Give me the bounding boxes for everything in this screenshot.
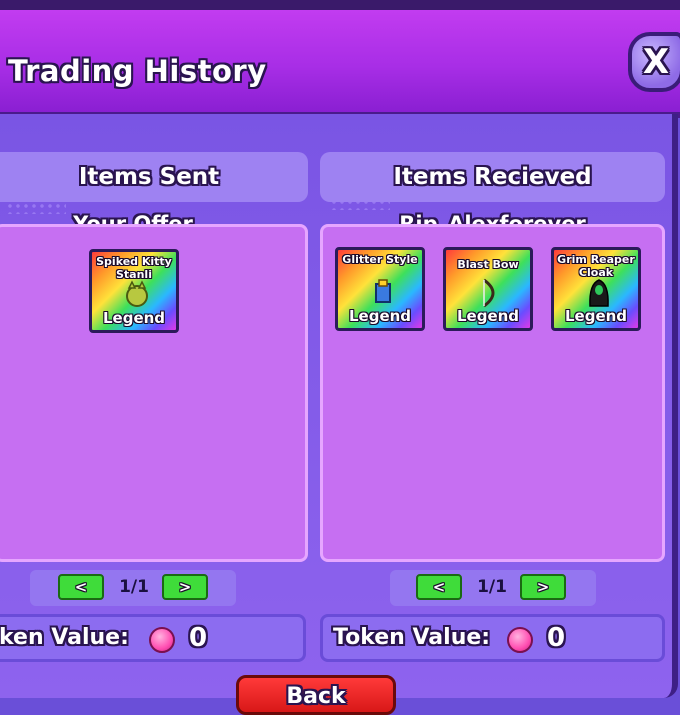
received-page-indicator: 1/1: [477, 577, 507, 597]
item-name: Spiked Kitty Stanli: [96, 255, 172, 281]
item-name: Grim Reaper Cloak: [557, 253, 635, 279]
token-icon: [507, 627, 533, 653]
chevron-left-icon: <: [74, 578, 88, 596]
item-card-spiked-kitty[interactable]: Spiked Kitty Stanli Legend: [89, 249, 179, 333]
received-token-label: Token Value:: [333, 625, 491, 650]
sent-token-value: 0: [189, 623, 208, 653]
sent-prev-button[interactable]: <: [58, 574, 104, 600]
chevron-right-icon: >: [536, 578, 550, 596]
bow-icon: [483, 278, 495, 308]
chevron-left-icon: <: [432, 578, 446, 596]
back-button[interactable]: Back: [236, 675, 396, 715]
sent-token-label: ken Value:: [0, 625, 129, 650]
glitter-icon: [375, 279, 391, 303]
sent-token-value-bar: ken Value: 0: [0, 614, 306, 662]
items-received-label: Items Recieved: [393, 164, 592, 190]
item-card-glitter-style[interactable]: Glitter Style Legend: [335, 247, 425, 331]
items-sent-label: Items Sent: [78, 164, 220, 190]
received-items-panel: Glitter Style Legend Blast Bow Legend Gr…: [320, 224, 665, 562]
cloak-icon: [589, 279, 609, 307]
received-prev-button[interactable]: <: [416, 574, 462, 600]
item-card-grim-reaper-cloak[interactable]: Grim Reaper Cloak Legend: [551, 247, 641, 331]
received-pagination: < 1/1 >: [390, 570, 596, 606]
item-card-blast-bow[interactable]: Blast Bow Legend: [443, 247, 533, 331]
items-received-header: Items Recieved: [320, 152, 665, 202]
item-rarity: Legend: [102, 309, 166, 327]
kitty-icon: [126, 280, 148, 307]
received-token-value-bar: Token Value: 0: [320, 614, 665, 662]
sent-next-button[interactable]: >: [162, 574, 208, 600]
item-name: Blast Bow: [457, 258, 519, 271]
item-rarity: Legend: [348, 307, 412, 325]
sent-page-indicator: 1/1: [119, 577, 149, 597]
page-title: Trading History: [8, 54, 267, 88]
token-icon: [149, 627, 175, 653]
received-token-value: 0: [547, 623, 566, 653]
sent-items-panel: Spiked Kitty Stanli Legend: [0, 224, 308, 562]
close-button[interactable]: X: [628, 32, 680, 92]
window-header: Trading History: [0, 10, 680, 118]
item-name: Glitter Style: [342, 253, 418, 266]
chevron-right-icon: >: [178, 578, 192, 596]
items-sent-header: Items Sent: [0, 152, 308, 202]
received-next-button[interactable]: >: [520, 574, 566, 600]
back-button-label: Back: [286, 684, 346, 709]
item-rarity: Legend: [456, 307, 520, 325]
close-icon: X: [642, 42, 670, 82]
sent-pagination: < 1/1 >: [30, 570, 236, 606]
item-rarity: Legend: [564, 307, 628, 325]
